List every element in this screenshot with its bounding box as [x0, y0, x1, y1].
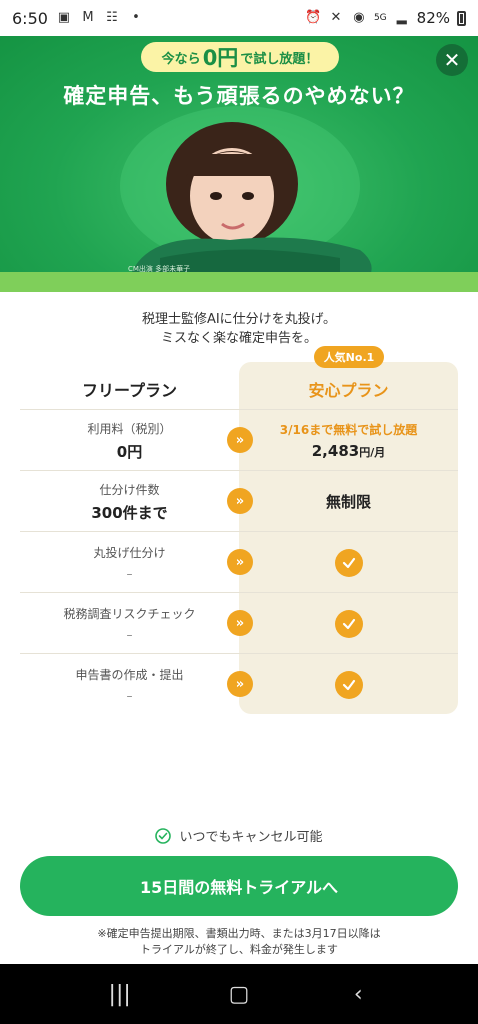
row-label: 仕分け件数: [99, 482, 160, 497]
paid-price-amount: 2,483: [311, 442, 360, 460]
paid-price: 2,483円/月: [312, 442, 385, 460]
trial-footnote: ※確定申告提出期限、書類出力時、または3月17日以降は トライアルが終了し、料金…: [0, 926, 478, 958]
gallery-icon: ▣: [57, 10, 71, 25]
promo-prefix: 今なら: [161, 51, 201, 67]
close-icon: ✕: [443, 48, 461, 72]
battery-icon: [457, 10, 466, 26]
promo-suffix: で試し放題！: [240, 51, 319, 67]
hero-title: 確定申告、もう頑張るのやめない？: [63, 84, 415, 108]
home-icon[interactable]: ▢: [219, 982, 259, 1007]
notification-icon: ☷: [106, 10, 118, 25]
dot-icon: •: [132, 10, 140, 25]
footnote-line1: ※確定申告提出期限、書類出力時、または3月17日以降は: [97, 927, 381, 940]
popular-badge: 人気No.1: [314, 346, 384, 368]
table-row-fee: 利用料（税別） 0円 » 3/16まで無料で試し放題 2,483円/月: [20, 409, 458, 470]
promo-highlight: 0円: [202, 46, 239, 70]
check-icon: [334, 609, 363, 638]
hero-person-illustration: [120, 106, 372, 276]
row-label: 利用料（税別）: [87, 421, 172, 436]
start-trial-button[interactable]: 15日間の無料トライアルへ: [20, 856, 458, 916]
trial-note: 3/16まで無料で試し放題: [279, 423, 418, 437]
mute-icon: ✕: [330, 10, 342, 25]
table-row-filing: 申告書の作成・提出 – »: [20, 653, 458, 714]
free-value: –: [126, 567, 133, 581]
paid-price-unit: 円/月: [359, 446, 386, 459]
row-label: 丸投げ仕分け: [93, 546, 166, 560]
subtitle-line1: 税理士監修AIに仕分けを丸投げ。: [141, 312, 337, 327]
row-label: 税務調査リスクチェック: [63, 607, 196, 621]
system-nav-bar: ||| ▢ ‹: [0, 964, 478, 1024]
table-row-auto-sort: 丸投げ仕分け – »: [20, 531, 458, 592]
signal-icon: ▂: [396, 10, 407, 25]
paid-value: 無制限: [325, 493, 371, 511]
footnote-line2: トライアルが終了し、料金が発生します: [140, 943, 338, 956]
table-row-audit-check: 税務調査リスクチェック – »: [20, 592, 458, 653]
table-row-count: 仕分け件数 300件まで » 無制限: [20, 470, 458, 531]
alarm-icon: ⏰: [304, 10, 322, 25]
free-value: –: [126, 628, 133, 642]
check-icon: [334, 670, 363, 699]
plan-comparison-table: 人気No.1 フリープラン 安心プラン 利用料（税別） 0円 » 3/16まで無…: [20, 346, 458, 716]
check-circle-icon: [155, 827, 172, 844]
network-type: 5G: [373, 12, 387, 23]
battery-percent: 82%: [416, 9, 450, 27]
gmail-icon: M: [82, 10, 94, 25]
promo-pill: 今なら 0円 で試し放題！: [141, 42, 339, 72]
subtitle: 税理士監修AIに仕分けを丸投げ。 ミスなく楽な確定申告を。: [0, 310, 478, 348]
free-value: –: [126, 689, 133, 703]
free-plan-header: フリープラン: [81, 381, 178, 400]
free-value: 300件まで: [91, 503, 168, 522]
row-label: 申告書の作成・提出: [75, 668, 184, 682]
recent-apps-icon[interactable]: |||: [100, 982, 140, 1007]
free-value: 0円: [116, 442, 143, 461]
cancel-anytime: いつでもキャンセル可能: [0, 826, 478, 845]
status-time: 6:50: [12, 8, 48, 28]
hero-banner: 今なら 0円 で試し放題！ ✕ 確定申告、もう頑張るのやめない？ CM出演 多部…: [0, 36, 478, 292]
hotspot-icon: ◉: [353, 10, 365, 25]
paid-plan-header: 安心プラン: [308, 381, 389, 400]
hero-credit: CM出演 多部未華子: [128, 265, 191, 273]
back-icon[interactable]: ‹: [338, 982, 378, 1007]
close-button[interactable]: ✕: [436, 44, 468, 76]
status-bar: 6:50 ▣ M ☷ • ⏰ ✕ ◉ 5G ▂ 82%: [0, 0, 478, 36]
cancel-text: いつでもキャンセル可能: [179, 830, 323, 845]
check-icon: [334, 548, 363, 577]
hero-floor: [0, 272, 478, 292]
